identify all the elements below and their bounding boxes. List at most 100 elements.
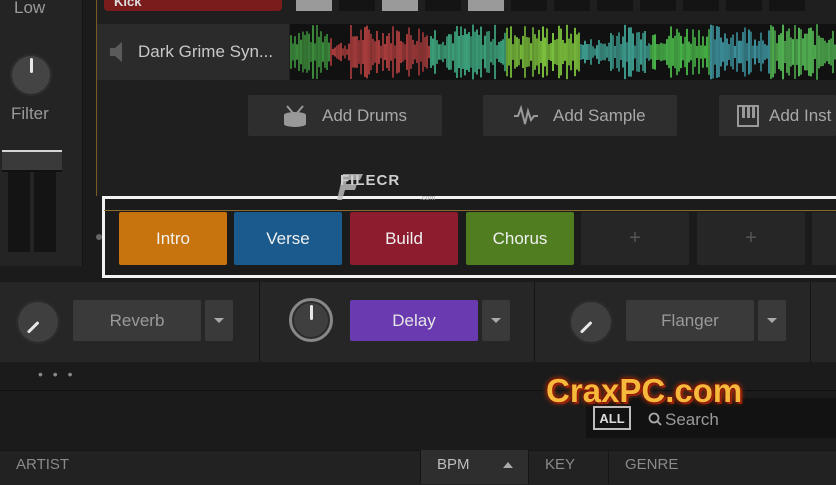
step-button[interactable] bbox=[769, 0, 805, 11]
volume-fader-handle[interactable] bbox=[2, 150, 62, 172]
waveform-bar bbox=[296, 44, 298, 60]
waveform-bar bbox=[430, 36, 432, 68]
step-button[interactable] bbox=[425, 0, 461, 11]
waveform-bar bbox=[524, 26, 526, 78]
empty-pad[interactable]: + bbox=[697, 212, 805, 265]
waveform-bar bbox=[454, 31, 456, 73]
waveform-bar bbox=[782, 24, 784, 80]
step-button[interactable] bbox=[683, 0, 719, 11]
waveform-bar bbox=[428, 45, 430, 59]
waveform-bar bbox=[426, 35, 428, 69]
waveform-bar bbox=[780, 33, 782, 71]
waveform-bar bbox=[522, 35, 524, 69]
waveform-bar bbox=[708, 29, 710, 75]
waveform-bar bbox=[410, 35, 412, 69]
step-button[interactable] bbox=[554, 0, 590, 11]
waveform-bar bbox=[738, 40, 740, 64]
step-button[interactable] bbox=[296, 0, 332, 11]
add-sample-button[interactable]: Add Sample bbox=[483, 95, 677, 136]
waveform-bar bbox=[816, 24, 818, 80]
waveform-bar bbox=[568, 38, 570, 66]
waveform-bar bbox=[814, 45, 816, 59]
waveform-bar bbox=[346, 49, 348, 55]
pad-chorus[interactable]: Chorus bbox=[466, 212, 574, 265]
waveform-bar bbox=[762, 40, 764, 64]
waveform-bar bbox=[352, 36, 354, 68]
column-header-genre[interactable]: GENRE bbox=[608, 450, 836, 484]
waveform-bar bbox=[634, 45, 636, 59]
waveform-bar bbox=[712, 25, 714, 79]
waveform-bar bbox=[318, 36, 320, 68]
empty-pad[interactable]: + bbox=[581, 212, 689, 265]
pad-intro[interactable]: Intro bbox=[119, 212, 227, 265]
waveform-bar bbox=[348, 43, 350, 61]
waveform-bar bbox=[308, 33, 310, 71]
add-instrument-button[interactable]: Add Inst bbox=[719, 95, 836, 136]
waveform-bar bbox=[722, 42, 724, 62]
waveform-bar bbox=[600, 43, 602, 61]
waveform-bar bbox=[354, 36, 356, 68]
add-instrument-label: Add Inst bbox=[769, 105, 832, 125]
delay-button[interactable]: Delay bbox=[350, 300, 478, 341]
waveform-bar bbox=[694, 37, 696, 67]
waveform-bar bbox=[778, 34, 780, 70]
flanger-button[interactable]: Flanger bbox=[626, 300, 754, 341]
waveform-bar bbox=[496, 45, 498, 59]
waveform-bar bbox=[458, 35, 460, 69]
delay-knob[interactable] bbox=[289, 298, 333, 342]
waveform-bar bbox=[670, 26, 672, 78]
step-button[interactable] bbox=[382, 0, 418, 11]
step-button[interactable] bbox=[468, 0, 504, 11]
waveform-bar bbox=[442, 41, 444, 63]
waveform-bar bbox=[614, 45, 616, 59]
waveform-bar bbox=[340, 42, 342, 62]
waveform-bar bbox=[776, 43, 778, 61]
pad-verse[interactable]: Verse bbox=[234, 212, 342, 265]
waveform-bar bbox=[534, 34, 536, 70]
reverb-dropdown[interactable] bbox=[205, 300, 233, 341]
waveform-bar bbox=[690, 43, 692, 61]
add-drums-button[interactable]: Add Drums bbox=[248, 95, 442, 136]
filter-knob[interactable] bbox=[10, 54, 52, 96]
column-header-artist[interactable]: ARTIST bbox=[0, 450, 420, 484]
waveform-bar bbox=[808, 28, 810, 76]
reverb-button[interactable]: Reverb bbox=[73, 300, 201, 341]
waveform-bar bbox=[580, 44, 582, 60]
pad-build[interactable]: Build bbox=[350, 212, 458, 265]
step-button[interactable] bbox=[339, 0, 375, 11]
step-button[interactable] bbox=[640, 0, 676, 11]
waveform-bar bbox=[734, 45, 736, 59]
filter-label: Filter bbox=[11, 104, 49, 123]
waveform-bar bbox=[702, 36, 704, 68]
waveform-bar bbox=[328, 42, 330, 62]
waveform-bar bbox=[306, 31, 308, 73]
waveform-bar bbox=[500, 40, 502, 64]
waveform-bar bbox=[784, 40, 786, 64]
waveform-bar bbox=[654, 34, 656, 70]
filecr-watermark: FILECR bbox=[340, 172, 401, 189]
waveform-bar bbox=[526, 37, 528, 67]
step-button[interactable] bbox=[726, 0, 762, 11]
step-button[interactable] bbox=[597, 0, 633, 11]
waveform-bar bbox=[360, 29, 362, 75]
flanger-knob[interactable] bbox=[569, 300, 613, 344]
more-options-icon[interactable]: • • • bbox=[38, 366, 75, 382]
column-header-key[interactable]: KEY bbox=[528, 450, 608, 484]
synth-waveform[interactable] bbox=[290, 24, 836, 80]
speaker-icon[interactable] bbox=[108, 40, 124, 64]
waveform-bar bbox=[394, 45, 396, 59]
delay-dropdown[interactable] bbox=[482, 300, 510, 341]
waveform-bar bbox=[790, 37, 792, 67]
fx-divider bbox=[534, 282, 535, 362]
step-button[interactable] bbox=[511, 0, 547, 11]
empty-pad-partial[interactable] bbox=[812, 212, 836, 265]
waveform-bar bbox=[820, 37, 822, 67]
reverb-knob[interactable] bbox=[16, 300, 60, 344]
waveform-bar bbox=[598, 40, 600, 64]
waveform-bar bbox=[506, 27, 508, 77]
flanger-dropdown[interactable] bbox=[758, 300, 786, 341]
waveform-bar bbox=[616, 35, 618, 69]
search-input[interactable]: Search bbox=[665, 410, 719, 430]
waveform-bar bbox=[350, 24, 352, 80]
waveform-bar bbox=[492, 39, 494, 65]
